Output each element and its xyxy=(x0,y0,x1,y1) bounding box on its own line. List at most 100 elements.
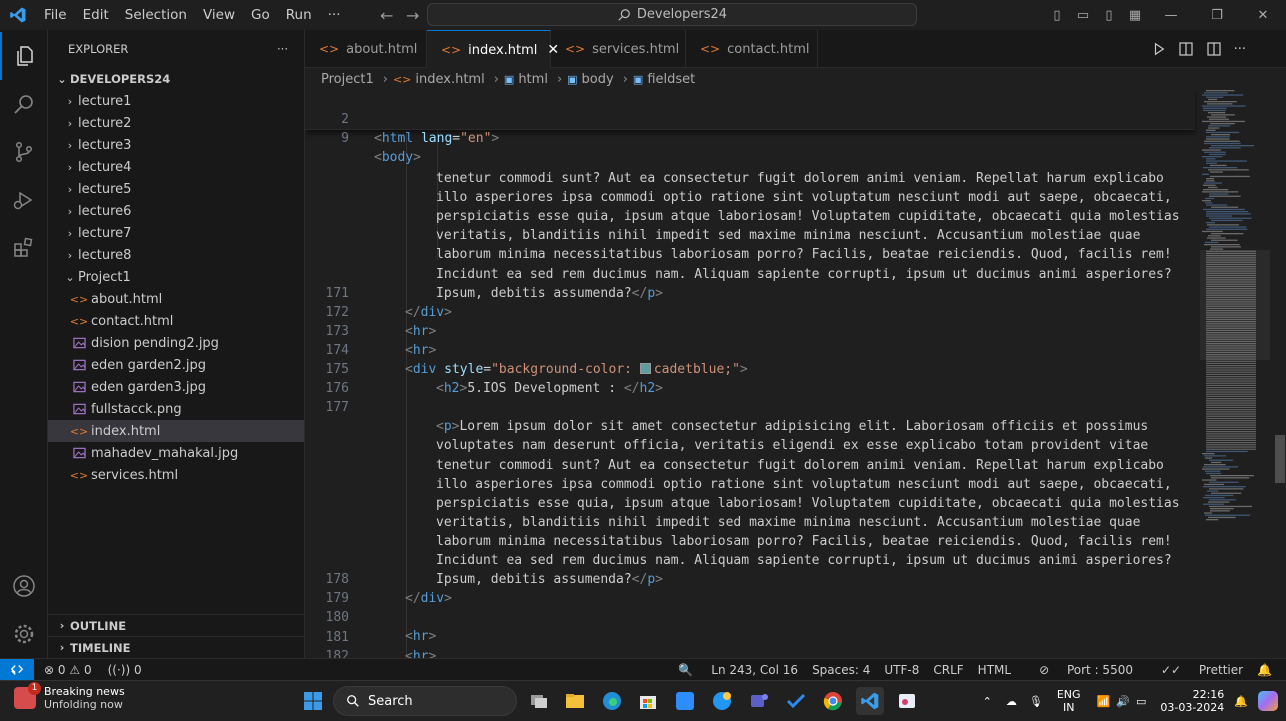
minimap[interactable] xyxy=(1200,90,1270,658)
tab-services-html[interactable]: <> services.html xyxy=(551,30,686,68)
manage-gear-icon[interactable] xyxy=(0,610,48,658)
folder-lecture3[interactable]: › lecture3 xyxy=(48,134,304,156)
task-view-icon[interactable] xyxy=(525,687,553,715)
code-line[interactable]: 171 </div> xyxy=(305,265,1195,320)
file-explorer-icon[interactable] xyxy=(561,687,589,715)
microphone-icon[interactable]: 🎙 xyxy=(1029,695,1043,708)
app-icon[interactable] xyxy=(708,687,736,715)
split-editor-icon[interactable] xyxy=(1206,41,1222,57)
restore-button[interactable]: ❐ xyxy=(1194,8,1240,23)
file-item[interactable]: <> index.html xyxy=(48,420,304,442)
wifi-icon[interactable]: 📶 xyxy=(1097,695,1111,708)
code-line[interactable]: Ipsum, debitis assumenda?</p> xyxy=(305,246,1195,301)
menu-go[interactable]: Go xyxy=(243,7,278,23)
notifications-bell-icon[interactable]: 🔔 xyxy=(1257,663,1272,677)
extensions-icon[interactable] xyxy=(0,224,48,272)
chrome-icon[interactable] xyxy=(819,687,847,715)
code-line[interactable]: 182 <div style="background-color: beige;… xyxy=(305,628,1195,658)
accounts-icon[interactable] xyxy=(0,562,48,610)
code-line[interactable]: 173 <hr> xyxy=(305,303,1195,358)
code-line[interactable]: illo asperiores ipsa commodi optio ratio… xyxy=(305,150,1195,205)
folder-lecture2[interactable]: › lecture2 xyxy=(48,112,304,134)
problems-indicator[interactable]: ⊗ 0 ⚠ 0 xyxy=(44,663,92,677)
open-preview-icon[interactable] xyxy=(1178,41,1194,57)
chevron-up-icon[interactable]: ⌃ xyxy=(983,695,992,708)
code-line[interactable]: voluptates nam deserunt officia, veritat… xyxy=(305,398,1195,453)
folder-lecture7[interactable]: › lecture7 xyxy=(48,222,304,244)
file-item[interactable]: <> services.html xyxy=(48,464,304,486)
encoding[interactable]: UTF-8 xyxy=(884,663,919,677)
code-line[interactable]: 175 <h2>5.IOS Development : </h2> xyxy=(305,341,1195,396)
edge-browser-icon[interactable] xyxy=(598,687,626,715)
code-line[interactable]: laborum minima necessitatibus laboriosam… xyxy=(305,494,1195,549)
code-line[interactable]: veritatis, blanditiis nihil impedit sed … xyxy=(305,475,1195,530)
workspace-root[interactable]: ⌄ DEVELOPERS24 xyxy=(48,68,304,90)
snipping-tool-icon[interactable] xyxy=(893,687,921,715)
code-line[interactable]: 172 <hr> xyxy=(305,284,1195,339)
file-item[interactable]: fullstacck.png xyxy=(48,398,304,420)
code-line[interactable]: 179 xyxy=(305,570,1195,606)
file-item[interactable]: <> about.html xyxy=(48,288,304,310)
forward-arrow-icon[interactable]: → xyxy=(406,6,419,25)
code-line[interactable]: 178 </div> xyxy=(305,551,1195,606)
tab-contact-html[interactable]: <> contact.html xyxy=(686,30,818,68)
customize-layout-icon[interactable]: ▦ xyxy=(1122,8,1148,23)
taskbar-search[interactable]: Search xyxy=(333,686,517,716)
minimize-button[interactable]: — xyxy=(1148,8,1194,23)
file-item[interactable]: mahadev_mahakal.jpg xyxy=(48,442,304,464)
tab-about-html[interactable]: <> about.html xyxy=(305,30,427,68)
toggle-primary-sidebar-icon[interactable]: ▯ xyxy=(1044,8,1070,23)
code-line[interactable]: veritatis, blanditiis nihil impedit sed … xyxy=(305,188,1195,243)
timeline-section[interactable]: › TIMELINE xyxy=(48,636,305,658)
toggle-panel-icon[interactable]: ▭ xyxy=(1070,8,1096,23)
folder-lecture4[interactable]: › lecture4 xyxy=(48,156,304,178)
menu-more[interactable]: ··· xyxy=(320,7,349,23)
code-line[interactable]: tenetur commodi sunt? Aut ea consectetur… xyxy=(305,418,1195,473)
code-line[interactable]: 176 xyxy=(305,360,1195,396)
file-item[interactable]: eden garden2.jpg xyxy=(48,354,304,376)
folder-lecture1[interactable]: › lecture1 xyxy=(48,90,304,112)
breadcrumb-html[interactable]: html xyxy=(518,72,548,87)
copilot-icon[interactable] xyxy=(1258,691,1278,711)
store-icon[interactable] xyxy=(634,687,662,715)
clock[interactable]: 22:16 03-03-2024 xyxy=(1160,688,1224,714)
breadcrumb-body[interactable]: body xyxy=(582,72,614,87)
code-line[interactable]: laborum minima necessitatibus laboriosam… xyxy=(305,207,1195,262)
menu-file[interactable]: File xyxy=(36,7,75,23)
outline-section[interactable]: › OUTLINE xyxy=(48,614,305,636)
toggle-secondary-sidebar-icon[interactable]: ▯ xyxy=(1096,8,1122,23)
code-line[interactable]: 183 xyxy=(305,647,1195,658)
code-line[interactable]: 177 <p>Lorem ipsum dolor sit amet consec… xyxy=(305,379,1195,434)
line-ending[interactable]: CRLF xyxy=(933,663,963,677)
code-line[interactable]: 174 <div style="background-color: cadetb… xyxy=(305,322,1195,377)
ports-indicator[interactable]: ((·)) 0 xyxy=(108,663,142,677)
menu-run[interactable]: Run xyxy=(278,7,320,23)
notification-bell-icon[interactable]: 🔔 xyxy=(1234,695,1248,708)
cursor-position[interactable]: Ln 243, Col 16 xyxy=(711,663,798,677)
code-line[interactable]: perspiciatis esse quia, ipsum atque labo… xyxy=(305,169,1195,224)
menu-edit[interactable]: Edit xyxy=(75,7,117,23)
code-line[interactable]: perspiciatis esse quia, ipsum atque labo… xyxy=(305,456,1195,511)
command-center[interactable]: Developers24 xyxy=(427,3,917,26)
back-arrow-icon[interactable]: ← xyxy=(380,6,393,25)
start-windows-icon[interactable] xyxy=(299,687,327,715)
sticky-line[interactable]: 2 <html lang="en"> xyxy=(305,91,1195,146)
indentation[interactable]: Spaces: 4 xyxy=(812,663,870,677)
live-server-port[interactable]: ⊘ Port : 5500 xyxy=(1025,663,1133,677)
onedrive-icon[interactable]: ☁ xyxy=(1006,695,1017,708)
zoom-app-icon[interactable] xyxy=(671,687,699,715)
file-item[interactable]: dision pending2.jpg xyxy=(48,332,304,354)
more-actions-icon[interactable]: ··· xyxy=(1234,42,1246,57)
vertical-scrollbar[interactable] xyxy=(1272,90,1286,658)
language-mode[interactable]: HTML xyxy=(978,663,1011,677)
breadcrumb-file[interactable]: index.html xyxy=(415,72,484,87)
code-line[interactable]: 180 <hr> xyxy=(305,589,1195,644)
code-line[interactable]: Incidunt ea sed rem ducimus nam. Aliquam… xyxy=(305,513,1195,568)
file-item[interactable]: eden garden3.jpg xyxy=(48,376,304,398)
tab-index-html[interactable]: <> index.html ✕ xyxy=(427,30,559,69)
battery-icon[interactable]: ▭ xyxy=(1136,695,1146,708)
vscode-taskbar-icon[interactable] xyxy=(856,687,884,715)
explorer-icon[interactable] xyxy=(0,32,48,80)
explorer-more-actions[interactable]: ··· xyxy=(277,42,288,56)
prettier-status[interactable]: ✓✓ Prettier xyxy=(1147,663,1243,677)
